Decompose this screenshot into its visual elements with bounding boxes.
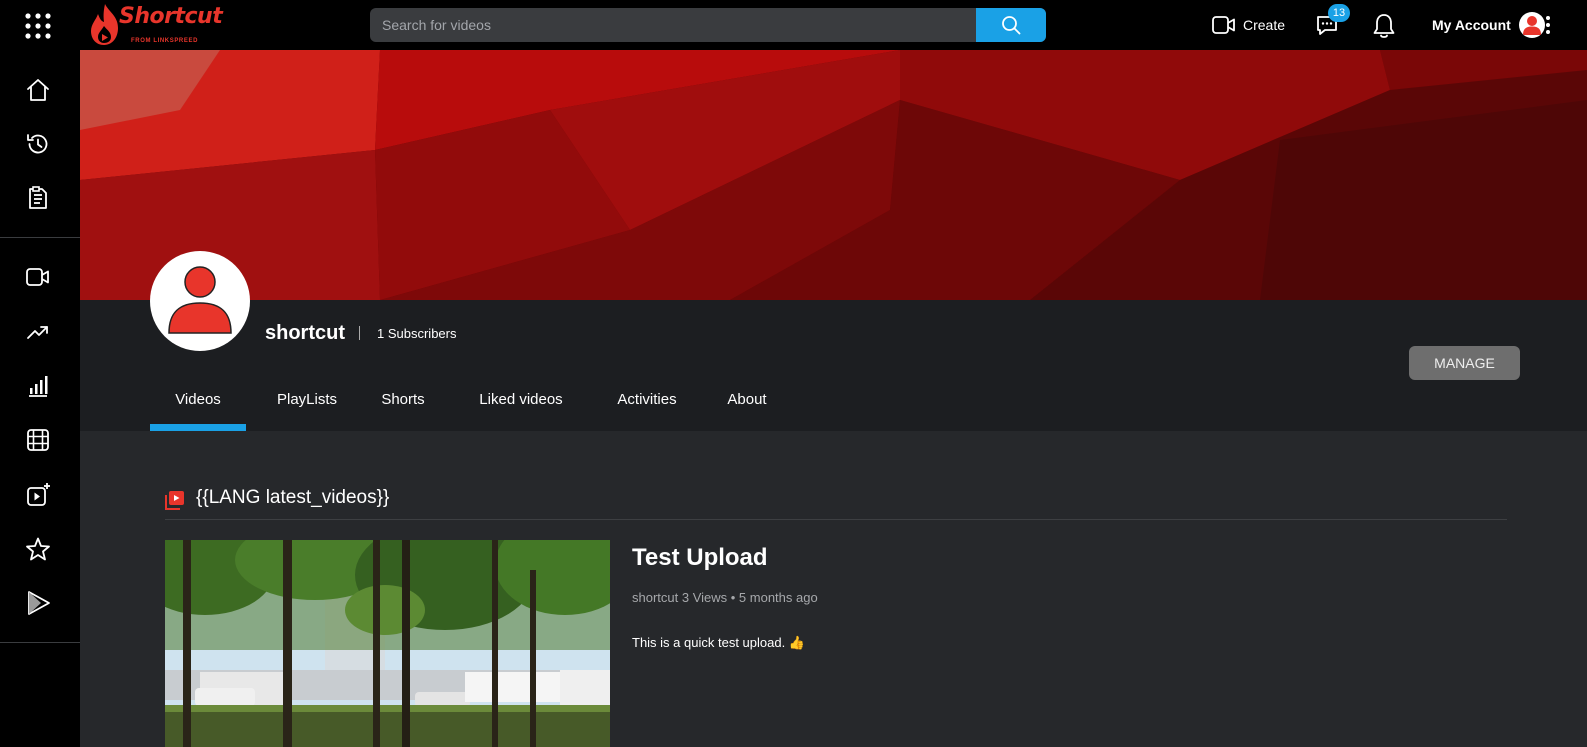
clipboard-icon[interactable]	[24, 184, 52, 212]
play-store-icon[interactable]	[24, 589, 52, 617]
add-video-icon[interactable]	[24, 481, 52, 509]
tab-activities[interactable]: Activities	[605, 385, 689, 431]
sidebar-divider	[0, 237, 80, 238]
search-icon	[1002, 16, 1021, 35]
tab-about[interactable]: About	[722, 385, 772, 431]
star-icon[interactable]	[24, 535, 52, 563]
user-icon	[1522, 16, 1541, 35]
history-icon[interactable]	[24, 130, 52, 158]
channel-avatar[interactable]	[150, 251, 250, 351]
tab-shorts[interactable]: Shorts	[378, 385, 428, 431]
apps-grid-icon[interactable]	[24, 12, 52, 40]
avatar	[1518, 12, 1545, 38]
flame-logo-icon	[91, 4, 118, 45]
logo-text: Shortcut	[119, 4, 223, 29]
search-input[interactable]	[370, 8, 976, 42]
video-camera-icon[interactable]	[24, 263, 52, 291]
channel-name: shortcut	[265, 322, 345, 344]
film-icon[interactable]	[24, 426, 52, 454]
account-label: My Account	[1432, 17, 1511, 33]
divider	[359, 326, 360, 340]
stats-icon[interactable]	[24, 372, 52, 400]
create-label: Create	[1243, 17, 1286, 33]
active-tab-indicator	[150, 424, 246, 431]
section-divider	[165, 519, 1507, 520]
logo-subtext: FROM LINKSPREED	[131, 38, 199, 44]
tab-liked-videos[interactable]: Liked videos	[471, 385, 571, 431]
sidebar-divider	[0, 642, 80, 643]
video-description: This is a quick test upload. 👍	[632, 635, 805, 650]
notifications-button[interactable]	[1371, 12, 1397, 40]
bell-icon	[1373, 14, 1395, 38]
top-bar: Shortcut FROM LINKSPREED Create 13	[0, 0, 1587, 50]
playlist-play-icon	[165, 490, 185, 510]
section-title: {{LANG latest_videos}}	[196, 487, 390, 508]
home-icon[interactable]	[24, 76, 52, 104]
video-title[interactable]: Test Upload	[632, 544, 768, 572]
create-button[interactable]: Create	[1212, 13, 1285, 37]
shortcut-logo[interactable]: Shortcut FROM LINKSPREED	[88, 2, 223, 48]
video-meta: shortcut 3 Views • 5 months ago	[632, 590, 818, 605]
more-options-icon[interactable]	[1544, 14, 1552, 36]
trending-icon[interactable]	[24, 318, 52, 346]
channel-banner	[80, 50, 1587, 300]
video-camera-icon	[1212, 16, 1235, 34]
user-icon	[168, 266, 232, 334]
manage-button[interactable]: MANAGE	[1409, 346, 1520, 380]
search-bar	[370, 8, 1046, 42]
video-thumbnail[interactable]	[165, 540, 610, 747]
account-menu[interactable]: My Account	[1432, 12, 1545, 38]
sidebar	[0, 50, 80, 747]
search-button[interactable]	[976, 8, 1046, 42]
subscriber-count: 1 Subscribers	[377, 326, 457, 341]
messages-count-badge: 13	[1328, 4, 1350, 22]
tab-playlists[interactable]: PlayLists	[270, 385, 344, 431]
